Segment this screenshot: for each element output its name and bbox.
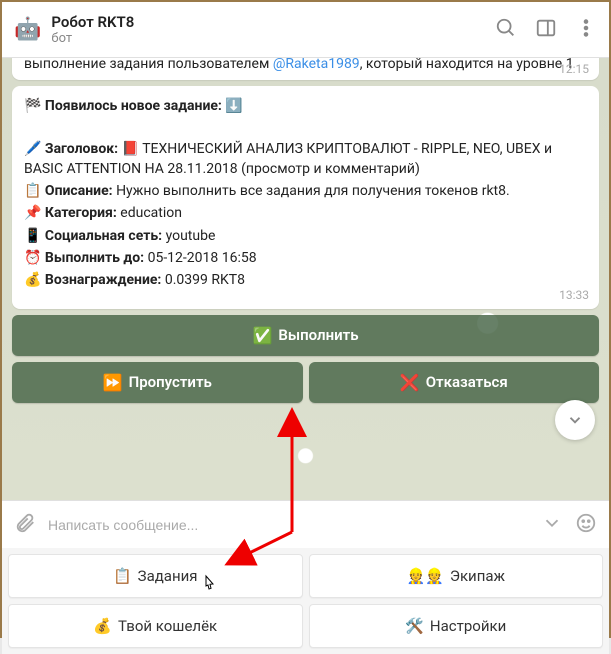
sidebar-toggle-icon[interactable] xyxy=(535,17,557,43)
cat-value: education xyxy=(120,205,182,221)
refuse-button-label: Отказаться xyxy=(426,373,508,391)
until-label: Выполнить до: xyxy=(45,250,144,266)
moneybag-icon: 💰 xyxy=(93,617,112,635)
search-icon[interactable] xyxy=(495,17,517,43)
menu-crew-label: Экипаж xyxy=(450,567,505,585)
moneybag-icon: 💰 xyxy=(24,272,41,288)
new-task-label: Появилось новое задание: xyxy=(45,98,222,114)
message-prev: выполнение задания пользователем @Raketa… xyxy=(12,58,599,80)
user-mention[interactable]: @Raketa1989 xyxy=(273,58,360,72)
menu-wallet-label: Твой кошелёк xyxy=(118,617,217,635)
reply-keyboard: 📋 Задания 👷👷 Экипаж 💰 Твой кошелёк 🛠️ На… xyxy=(2,548,609,654)
desc-label: Описание: xyxy=(45,183,113,199)
clock-icon: ⏰ xyxy=(24,250,41,266)
skip-button[interactable]: ⏩ Пропустить xyxy=(12,362,303,403)
header-label: Заголовок: xyxy=(45,141,118,157)
net-label: Социальная сеть: xyxy=(45,228,162,244)
menu-wallet-button[interactable]: 💰 Твой кошелёк xyxy=(8,604,303,648)
reward-value: 0.0399 RKT8 xyxy=(165,272,245,288)
forward-icon: ⏩ xyxy=(103,373,123,392)
bot-avatar[interactable]: 🤖 xyxy=(14,17,41,42)
msg-time: 12:15 xyxy=(559,62,589,76)
do-button[interactable]: ✅ Выполнить xyxy=(12,315,599,356)
refuse-button[interactable]: ❌ Отказаться xyxy=(309,362,600,403)
tools-icon: 🛠️ xyxy=(405,617,424,635)
arrow-down-icon: ⬇️ xyxy=(225,98,242,114)
attach-icon[interactable] xyxy=(14,512,36,538)
menu-settings-label: Настройки xyxy=(430,617,506,635)
desc-value: Нужно выполнить все задания для получени… xyxy=(116,183,510,199)
pin-icon: 📌 xyxy=(24,205,41,221)
net-value: youtube xyxy=(166,228,216,244)
chat-area[interactable]: выполнение задания пользователем @Raketa… xyxy=(2,58,609,500)
menu-settings-button[interactable]: 🛠️ Настройки xyxy=(309,604,604,648)
msg-text: , который находится на уровне xyxy=(360,58,566,72)
input-bar xyxy=(2,500,609,548)
until-value: 05-12-2018 16:58 xyxy=(148,250,257,266)
more-icon[interactable] xyxy=(575,17,597,43)
emoji-icon[interactable] xyxy=(575,512,597,538)
msg-time: 13:33 xyxy=(559,287,589,304)
title-block[interactable]: Робот RKT8 бот xyxy=(51,13,495,46)
book-icon: 📕 xyxy=(122,141,139,157)
clipboard-icon: 📋 xyxy=(24,183,41,199)
cross-icon: ❌ xyxy=(400,373,420,392)
skip-button-label: Пропустить xyxy=(129,373,212,391)
menu-tasks-button[interactable]: 📋 Задания xyxy=(8,554,303,598)
do-button-label: Выполнить xyxy=(278,326,358,344)
phone-icon: 📱 xyxy=(24,228,41,244)
message-input[interactable] xyxy=(48,517,529,533)
commands-icon[interactable] xyxy=(541,512,563,538)
menu-tasks-label: Задания xyxy=(138,567,198,585)
chat-subtitle: бот xyxy=(51,31,495,46)
menu-crew-button[interactable]: 👷👷 Экипаж xyxy=(309,554,604,598)
message-task: 🏁 Появилось новое задание: ⬇️ 🖊️ Заголов… xyxy=(12,86,599,309)
msg-text: выполнение задания пользователем xyxy=(24,58,273,72)
pen-icon: 🖊️ xyxy=(24,141,41,157)
reward-label: Вознаграждение: xyxy=(45,272,161,288)
flag-icon: 🏁 xyxy=(24,98,41,114)
cat-label: Категория: xyxy=(45,205,117,221)
crew-icon: 👷👷 xyxy=(406,567,443,585)
clipboard-icon: 📋 xyxy=(113,567,132,585)
check-icon: ✅ xyxy=(252,326,272,345)
scroll-down-button[interactable] xyxy=(555,400,595,440)
chat-header: 🤖 Робот RKT8 бот xyxy=(2,2,609,58)
chat-title: Робот RKT8 xyxy=(51,13,495,31)
